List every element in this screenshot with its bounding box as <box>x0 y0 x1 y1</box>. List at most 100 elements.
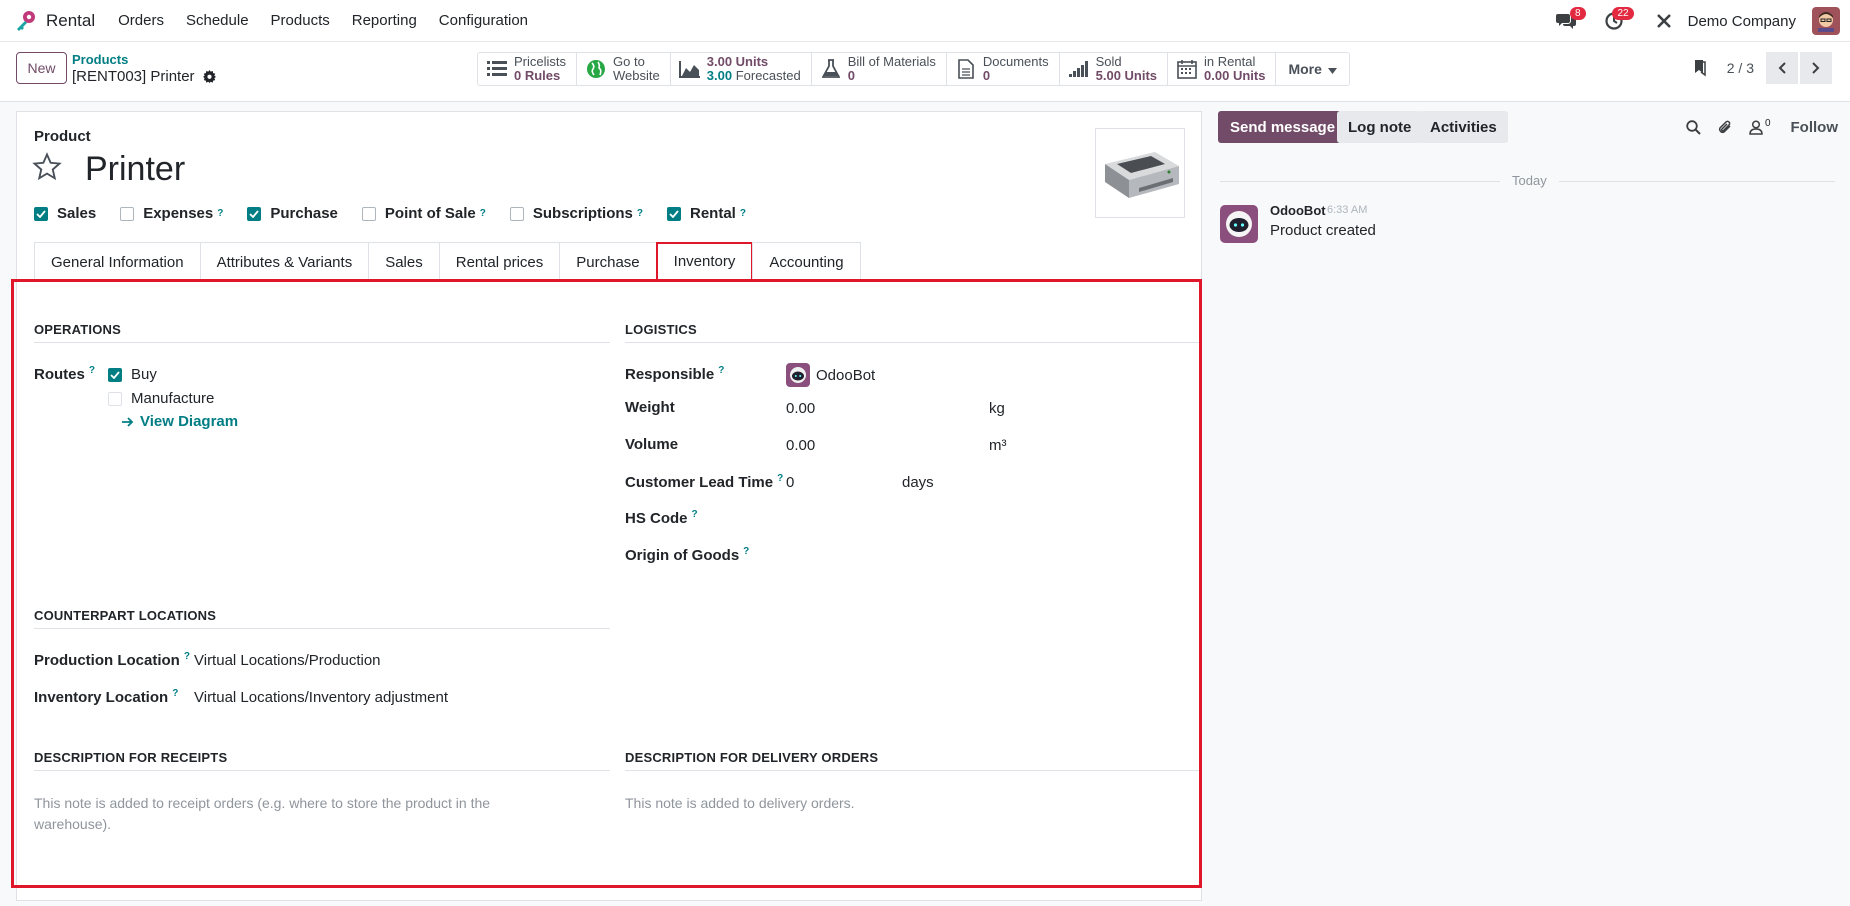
on-hand-button[interactable]: 3.00 Units 3.00 Forecasted <box>671 53 812 85</box>
hs-code-field[interactable] <box>786 509 1186 529</box>
in-rental-button[interactable]: in Rental 0.00 Units <box>1168 53 1277 85</box>
tab-sales[interactable]: Sales <box>368 242 440 281</box>
more-button[interactable]: More <box>1276 53 1348 85</box>
purchase-checkbox[interactable] <box>247 206 262 221</box>
volume-field[interactable]: 0.00 <box>786 437 815 454</box>
origin-help-icon[interactable]: ? <box>743 546 749 557</box>
flag-expenses[interactable]: Expenses? <box>120 205 223 222</box>
point-of-sale-checkbox[interactable] <box>361 206 376 221</box>
rental-checkbox[interactable] <box>666 206 681 221</box>
flag-sales[interactable]: Sales <box>34 205 96 222</box>
website-label-1: Go to <box>613 54 645 69</box>
pricelists-button[interactable]: Pricelists 0 Rules <box>478 53 578 85</box>
flag-purchase[interactable]: Purchase <box>247 205 338 222</box>
form-tabs: General Information Attributes & Variant… <box>34 242 861 281</box>
tab-purchase[interactable]: Purchase <box>559 242 657 281</box>
origin-of-goods-field[interactable] <box>786 546 1186 566</box>
activities-button[interactable]: 22 <box>1600 7 1634 35</box>
hs-code-help-icon[interactable]: ? <box>692 509 698 520</box>
tab-attributes-variants[interactable]: Attributes & Variants <box>199 242 370 281</box>
expenses-help-icon[interactable]: ? <box>217 208 223 219</box>
debug-tools-button[interactable] <box>1650 7 1678 35</box>
expenses-checkbox[interactable] <box>120 206 135 221</box>
lead-time-unit: days <box>902 474 934 491</box>
hs-code-label: HS Code? <box>625 509 698 527</box>
menu-schedule[interactable]: Schedule <box>175 12 260 29</box>
route-manufacture[interactable]: Manufacture <box>108 390 214 407</box>
menu-orders[interactable]: Orders <box>107 12 175 29</box>
tab-rental-prices[interactable]: Rental prices <box>438 242 561 281</box>
inventory-location-field[interactable]: Virtual Locations/Inventory adjustment <box>194 689 448 706</box>
weight-unit: kg <box>989 400 1005 417</box>
manufacture-checkbox[interactable] <box>108 391 122 406</box>
pager-value[interactable]: 2 / 3 <box>1727 60 1754 76</box>
send-message-button[interactable]: Send message <box>1218 111 1348 143</box>
activities-button-chatter[interactable]: Activities <box>1419 111 1508 143</box>
rental-help-icon[interactable]: ? <box>740 208 746 219</box>
production-location-field[interactable]: Virtual Locations/Production <box>194 652 381 669</box>
new-button[interactable]: New <box>16 52 67 84</box>
menu-configuration[interactable]: Configuration <box>428 12 539 29</box>
lead-time-help-icon[interactable]: ? <box>777 473 783 484</box>
documents-button[interactable]: Documents 0 <box>947 53 1060 85</box>
point-of-sale-help-icon[interactable]: ? <box>480 208 486 219</box>
delivery-description-field[interactable]: This note is added to delivery orders. <box>625 793 1185 814</box>
messages-button[interactable]: 8 <box>1552 7 1586 35</box>
routes-help-icon[interactable]: ? <box>89 365 95 376</box>
route-buy[interactable]: Buy <box>108 366 157 383</box>
product-name-field[interactable]: Printer <box>85 150 185 189</box>
flag-point-of-sale[interactable]: Point of Sale? <box>361 205 486 222</box>
message-author-avatar[interactable] <box>1220 205 1258 243</box>
menu-reporting[interactable]: Reporting <box>341 12 428 29</box>
receipts-description-field[interactable]: This note is added to receipt orders (e.… <box>34 793 574 835</box>
follow-button[interactable]: Follow <box>1791 119 1839 136</box>
chevron-right-icon <box>1812 62 1820 74</box>
user-avatar[interactable] <box>1812 7 1840 35</box>
flag-subscriptions[interactable]: Subscriptions? <box>509 205 643 222</box>
menu-products[interactable]: Products <box>260 12 341 29</box>
followers-button[interactable]: 0 <box>1749 118 1771 135</box>
top-navbar: Rental Orders Schedule Products Reportin… <box>0 0 1850 42</box>
app-brand[interactable]: Rental <box>14 9 95 33</box>
search-icon[interactable] <box>1686 119 1701 135</box>
bookmark-icon[interactable] <box>1693 59 1707 77</box>
receipts-section-title: DESCRIPTION FOR RECEIPTS <box>34 750 610 771</box>
product-form-sheet: Product Printer Sales Expenses? Purchase <box>16 111 1202 901</box>
view-diagram-link[interactable]: View Diagram <box>121 413 238 430</box>
company-switcher[interactable]: Demo Company <box>1688 13 1796 30</box>
buy-checkbox[interactable] <box>108 367 122 382</box>
point-of-sale-label: Point of Sale <box>384 205 476 222</box>
tab-general-information[interactable]: General Information <box>34 242 201 281</box>
tab-accounting[interactable]: Accounting <box>752 242 861 281</box>
main-menu: Orders Schedule Products Reporting Confi… <box>107 12 539 29</box>
bill-of-materials-button[interactable]: Bill of Materials 0 <box>812 53 947 85</box>
inventory-location-help-icon[interactable]: ? <box>172 688 178 699</box>
flag-rental[interactable]: Rental? <box>666 205 746 222</box>
breadcrumb-products[interactable]: Products <box>72 52 128 67</box>
customer-lead-time-field[interactable]: 0 <box>786 474 794 491</box>
volume-label: Volume <box>625 436 679 453</box>
pager-next-button[interactable] <box>1800 52 1832 84</box>
subscriptions-checkbox[interactable] <box>509 206 524 221</box>
tab-inventory[interactable]: Inventory <box>655 242 754 281</box>
paperclip-icon[interactable] <box>1717 119 1733 135</box>
gear-icon[interactable] <box>202 70 216 83</box>
messages-badge: 8 <box>1570 7 1586 20</box>
subscriptions-help-icon[interactable]: ? <box>637 208 643 219</box>
control-panel: New Products [RENT003] Printer Pricelist… <box>0 42 1850 102</box>
responsible-field[interactable]: OdooBot <box>786 363 875 387</box>
production-location-help-icon[interactable]: ? <box>184 651 190 662</box>
weight-field[interactable]: 0.00 <box>786 400 815 417</box>
record-pager: 2 / 3 <box>1693 52 1832 84</box>
responsible-help-icon[interactable]: ? <box>718 365 724 376</box>
pager-previous-button[interactable] <box>1766 52 1798 84</box>
sales-label: Sales <box>57 205 97 222</box>
message-author[interactable]: OdooBot <box>1270 203 1326 218</box>
website-label-2: Website <box>613 68 660 83</box>
go-to-website-button[interactable]: Go to Website <box>577 53 671 85</box>
sold-button[interactable]: Sold 5.00 Units <box>1060 53 1169 85</box>
star-icon[interactable] <box>32 152 62 186</box>
sales-checkbox[interactable] <box>34 206 48 221</box>
product-image[interactable] <box>1095 128 1185 218</box>
log-note-button[interactable]: Log note <box>1337 111 1423 143</box>
